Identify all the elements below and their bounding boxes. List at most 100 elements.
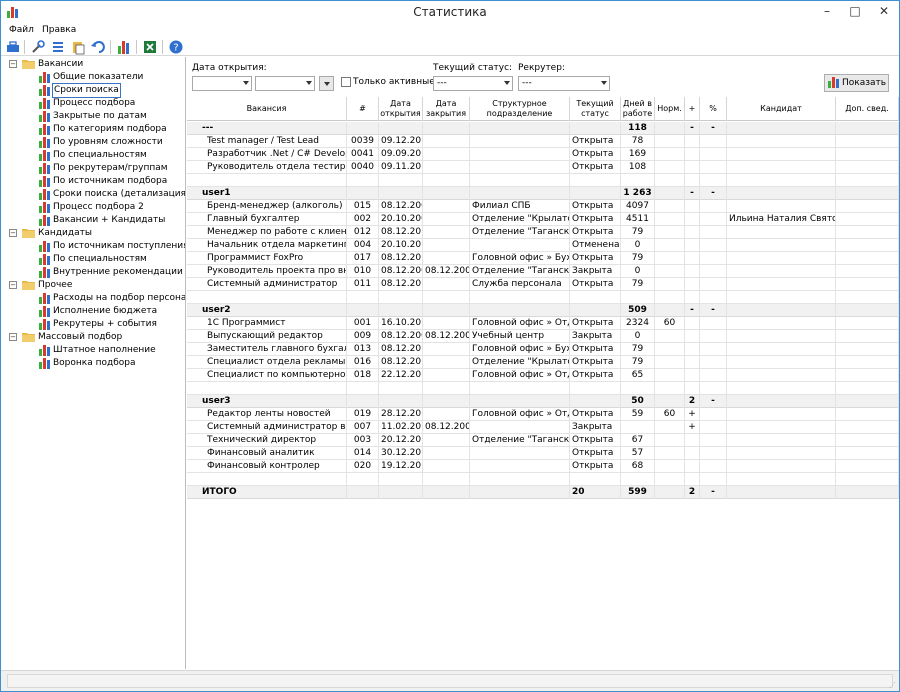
help-icon[interactable]: ? bbox=[168, 39, 184, 55]
date-to-combo[interactable] bbox=[255, 76, 315, 91]
undo-icon[interactable] bbox=[90, 39, 106, 55]
date-from-combo[interactable] bbox=[192, 76, 252, 91]
collapse-icon[interactable]: − bbox=[9, 333, 17, 341]
cell-info bbox=[836, 330, 899, 343]
paste-icon[interactable] bbox=[70, 39, 86, 55]
tree-item[interactable]: Процесс подбора bbox=[3, 97, 183, 110]
table-row[interactable]: Бренд-менеджер (алкоголь)01508.12.2005 Фи… bbox=[187, 200, 899, 213]
collapse-icon[interactable]: − bbox=[9, 281, 17, 289]
total-row[interactable]: ИТОГО 20 599 2- bbox=[187, 486, 899, 499]
tree-item[interactable]: Внутренние рекомендации bbox=[3, 266, 183, 279]
show-button[interactable]: Показать bbox=[824, 74, 889, 92]
maximize-button[interactable]: □ bbox=[841, 1, 869, 23]
cell-cand bbox=[727, 122, 836, 135]
report-chart-icon bbox=[39, 111, 50, 122]
table-row[interactable]: Технический директор00320.12.2016 Отделен… bbox=[187, 434, 899, 447]
table-row[interactable]: 1С Программист00116.10.2010 Головной офис… bbox=[187, 317, 899, 330]
table-row[interactable]: Разработчик .Net / C# Developer 0041 09.09… bbox=[187, 148, 899, 161]
chart-icon[interactable] bbox=[116, 39, 132, 55]
tree-item[interactable]: По рекрутерам/группам bbox=[3, 162, 183, 175]
column-header[interactable]: Дата закрытия bbox=[423, 97, 470, 121]
tree-item[interactable]: Сроки поиска (детализация) bbox=[3, 188, 185, 201]
tree-item[interactable]: Штатное наполнение bbox=[3, 344, 183, 357]
cell-name: Системный администратор bbox=[187, 278, 347, 291]
cell-close bbox=[423, 291, 470, 304]
report-chart-icon bbox=[39, 124, 50, 135]
column-header[interactable]: Текущий статус bbox=[570, 97, 621, 121]
table-row[interactable]: Выпускающий редактор00908.12.200508.12.2… bbox=[187, 330, 899, 343]
cell-days: 50 bbox=[621, 395, 655, 408]
table-row[interactable]: Редактор ленты новостей01928.12.2016 Голо… bbox=[187, 408, 899, 421]
group-row[interactable]: user2 509 - - bbox=[187, 304, 899, 317]
menu-edit[interactable]: Правка bbox=[42, 25, 76, 35]
tree-item[interactable]: Вакансии + Кандидаты bbox=[3, 214, 183, 227]
tree-item[interactable]: Рекрутеры + события bbox=[3, 318, 183, 331]
cell-cand bbox=[727, 187, 836, 200]
table-row[interactable]: Финансовый аналитик01430.12.2016 Открыта5… bbox=[187, 447, 899, 460]
tree-item[interactable]: Расходы на подбор персонала bbox=[3, 292, 185, 305]
cell-days: 169 bbox=[621, 148, 655, 161]
column-header[interactable]: Норм. bbox=[655, 97, 685, 121]
table-row[interactable]: Начальник отдела маркетинга00420.10.2016… bbox=[187, 239, 899, 252]
group-row[interactable]: user1 1 263 - - bbox=[187, 187, 899, 200]
only-active-checkbox[interactable] bbox=[341, 77, 351, 87]
cell-num bbox=[347, 473, 379, 486]
tree-item[interactable]: Процесс подбора 2 bbox=[3, 201, 183, 214]
cell-plus bbox=[685, 226, 700, 239]
column-header[interactable]: Дата открытия bbox=[379, 97, 423, 121]
collapse-icon[interactable]: − bbox=[9, 60, 17, 68]
tree-item[interactable]: По категориям подбора bbox=[3, 123, 183, 136]
tree-item[interactable]: Общие показатели bbox=[3, 71, 183, 84]
column-header[interactable]: Вакансия bbox=[187, 97, 347, 121]
table-row[interactable]: Test manager / Test Lead003909.12.2016 От… bbox=[187, 135, 899, 148]
cell-days: 79 bbox=[621, 278, 655, 291]
tree-folder[interactable]: − Прочее bbox=[3, 279, 183, 292]
column-header[interactable]: Структурное подразделение bbox=[470, 97, 570, 121]
excel-icon[interactable] bbox=[142, 39, 158, 55]
column-header[interactable]: # bbox=[347, 97, 379, 121]
cell-open: 08.12.2016 bbox=[381, 356, 423, 369]
table-row[interactable]: Финансовый контролер02019.12.2016 Открыта… bbox=[187, 460, 899, 473]
group-row[interactable]: --- 118 - - bbox=[187, 122, 899, 135]
tree-folder[interactable]: − Кандидаты bbox=[3, 227, 183, 240]
table-row[interactable]: Программист FoxPro01708.12.2016 Головной … bbox=[187, 252, 899, 265]
list-icon[interactable] bbox=[50, 39, 66, 55]
table-row[interactable]: Менеджер по работе с клиентами01208.12.2… bbox=[187, 226, 899, 239]
column-header[interactable]: Кандидат bbox=[727, 97, 836, 121]
close-button[interactable]: ✕ bbox=[869, 1, 899, 23]
group-row[interactable]: user3 50 2- bbox=[187, 395, 899, 408]
column-header[interactable]: % bbox=[700, 97, 727, 121]
tree-item[interactable]: По специальностям bbox=[3, 149, 183, 162]
tree-item[interactable]: По источникам подбора bbox=[3, 175, 183, 188]
table-row[interactable]: Специалист по компьютерной безопасности0… bbox=[187, 369, 899, 382]
table-row[interactable]: Главный бухгалтер00220.10.2004 Отделение … bbox=[187, 213, 899, 226]
column-header[interactable]: Дней в работе bbox=[621, 97, 655, 121]
date-preset-button[interactable] bbox=[319, 76, 334, 91]
tree-item[interactable]: По уровням сложности bbox=[3, 136, 183, 149]
table-row[interactable]: Руководитель отдела тестирования004009.1… bbox=[187, 161, 899, 174]
vacancies-icon[interactable] bbox=[5, 39, 21, 55]
tree-item[interactable]: По специальностям bbox=[3, 253, 183, 266]
table-row[interactable]: Заместитель главного бухгалтера01308.12.… bbox=[187, 343, 899, 356]
status-combo[interactable]: --- bbox=[433, 76, 513, 91]
minimize-button[interactable]: – bbox=[813, 1, 841, 23]
column-header[interactable]: Доп. свед. bbox=[836, 97, 899, 121]
collapse-icon[interactable]: − bbox=[9, 229, 17, 237]
tree-item[interactable]: Закрытые по датам bbox=[3, 110, 183, 123]
tree-folder[interactable]: − Массовый подбор bbox=[3, 331, 183, 344]
menu-file[interactable]: Файл bbox=[9, 25, 34, 35]
recruiter-combo[interactable]: --- bbox=[518, 76, 610, 91]
tree-item[interactable]: Воронка подбора bbox=[3, 357, 183, 370]
resize-grip-icon[interactable]: ⋰ bbox=[889, 681, 897, 689]
tree-folder[interactable]: − Вакансии bbox=[3, 58, 183, 71]
cell-close bbox=[423, 135, 470, 148]
tools-icon[interactable] bbox=[30, 39, 46, 55]
table-row[interactable]: Специалист отдела рекламы01608.12.2016 От… bbox=[187, 356, 899, 369]
column-header[interactable]: + bbox=[685, 97, 700, 121]
tree-item[interactable]: Сроки поиска bbox=[3, 83, 183, 98]
tree-item[interactable]: По источникам поступления bbox=[3, 240, 185, 253]
table-row[interactable]: Системный администратор01108.12.2016 Служ… bbox=[187, 278, 899, 291]
tree-item[interactable]: Исполнение бюджета bbox=[3, 305, 183, 318]
table-row[interactable]: Системный администратор в финансы00711.0… bbox=[187, 421, 899, 434]
table-row[interactable]: Руководитель проекта про внедрению01008.… bbox=[187, 265, 899, 278]
